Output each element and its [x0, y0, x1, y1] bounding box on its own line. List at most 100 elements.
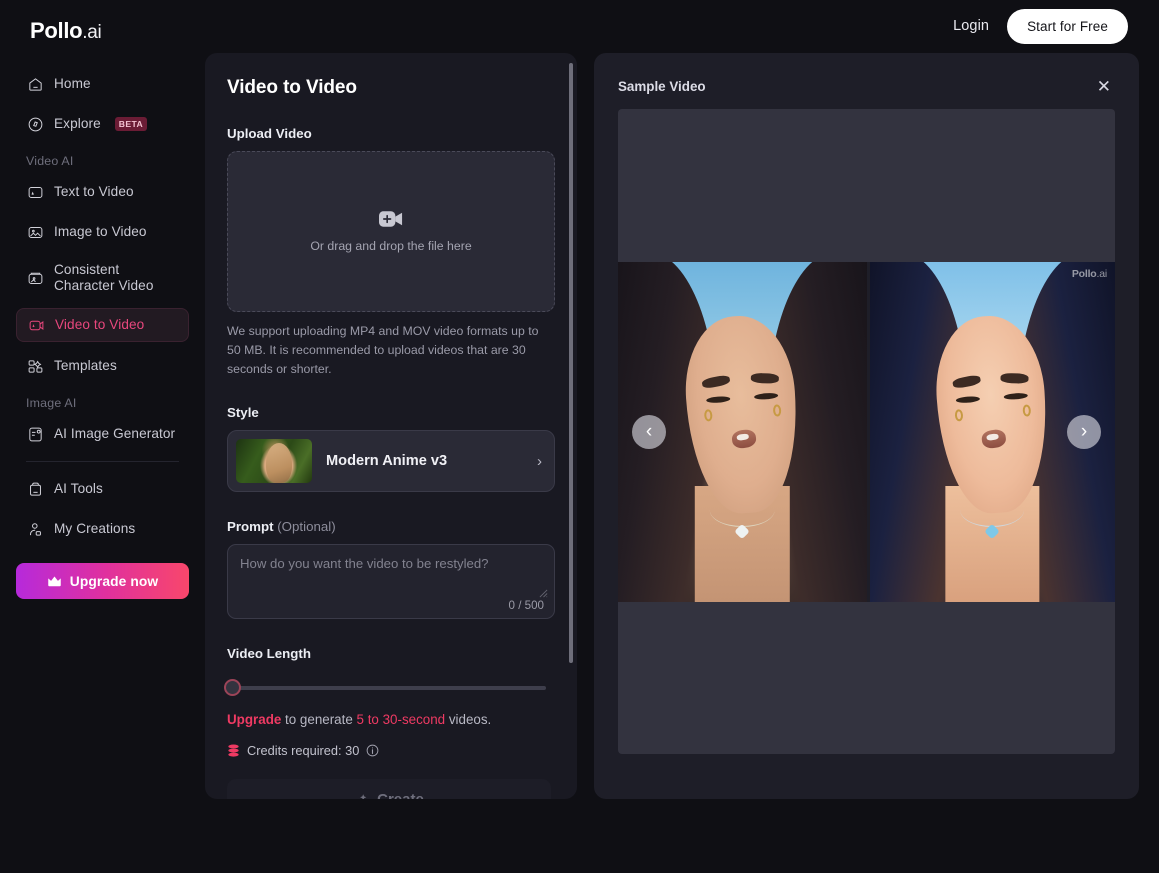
- home-icon: [26, 75, 44, 93]
- upload-video-label: Upload Video: [227, 126, 312, 141]
- video-length-label: Video Length: [227, 646, 311, 662]
- sidebar-item-ai-tools[interactable]: AI Tools: [16, 473, 189, 505]
- video-to-video-form-panel: Video to Video Upload Video Or drag and …: [205, 53, 577, 799]
- sidebar-item-label: Home: [54, 75, 91, 91]
- sidebar-item-label: Text to Video: [54, 183, 134, 199]
- sidebar-item-consistent-character-video[interactable]: Consistent Character Video: [16, 256, 189, 300]
- info-icon[interactable]: [366, 744, 379, 757]
- sidebar-item-image-to-video[interactable]: Image to Video: [16, 216, 189, 248]
- earring-left: [704, 408, 714, 422]
- upgrade-now-button[interactable]: Upgrade now: [16, 563, 189, 599]
- prompt-label-text: Prompt: [227, 519, 274, 535]
- watermark-suffix: .ai: [1096, 267, 1108, 280]
- sidebar-section-video-ai: Video AI: [26, 154, 74, 168]
- sidebar-item-label: AI Tools: [54, 480, 103, 496]
- sidebar-item-home[interactable]: Home: [16, 68, 189, 100]
- upload-support-note: We support uploading MP4 and MOV video f…: [227, 324, 539, 376]
- templates-icon: [26, 357, 44, 375]
- brand-name: Pollo: [30, 18, 83, 43]
- sidebar-item-label: Video to Video: [55, 316, 145, 332]
- upgrade-note-end: videos.: [445, 712, 492, 728]
- eye-right: [753, 392, 779, 400]
- crown-icon: [48, 576, 61, 586]
- my-creations-icon: [26, 520, 44, 538]
- consistent-character-icon: [26, 269, 44, 287]
- sidebar-item-explore[interactable]: Explore BETA: [16, 108, 189, 140]
- upgrade-now-label: Upgrade now: [69, 573, 159, 589]
- login-link[interactable]: Login: [953, 18, 989, 34]
- video-plus-icon: [378, 211, 402, 227]
- sample-video-header: Sample Video ✕: [618, 69, 1115, 103]
- style-value: Modern Anime v3: [326, 453, 448, 470]
- sidebar-item-video-to-video[interactable]: Video to Video: [16, 308, 189, 342]
- beta-badge: BETA: [114, 117, 148, 131]
- close-icon[interactable]: ✕: [1093, 76, 1115, 97]
- earring-left: [955, 408, 964, 422]
- style-selector[interactable]: Modern Anime v3 ›: [227, 430, 555, 493]
- chevron-left-icon: ‹: [645, 421, 653, 442]
- ai-tools-icon: [26, 480, 44, 498]
- prompt-char-counter: 0 / 500: [508, 599, 544, 613]
- video-to-video-icon: [27, 316, 45, 334]
- sidebar-item-my-creations[interactable]: My Creations: [16, 513, 189, 545]
- credits-required-text: Credits required: 30: [247, 743, 360, 759]
- sample-video-title: Sample Video: [618, 78, 706, 94]
- brand-suffix: .ai: [82, 22, 102, 43]
- sidebar-nav: Home Explore BETA Video AI Text to Video: [16, 68, 189, 599]
- lips: [980, 428, 1007, 450]
- necklace: [709, 493, 775, 527]
- image-to-video-icon: [26, 223, 44, 241]
- sidebar-item-label: My Creations: [54, 520, 136, 536]
- chevron-right-icon: ›: [537, 452, 542, 470]
- sidebar-item-label: Explore: [54, 115, 101, 131]
- watermark-name: Pollo: [1071, 267, 1097, 280]
- brand-logo[interactable]: Pollo.ai: [30, 18, 189, 44]
- upgrade-note-mid: to generate: [281, 712, 357, 728]
- prompt-input[interactable]: How do you want the video to be restyled…: [240, 556, 542, 571]
- prev-sample-button[interactable]: ‹: [632, 414, 666, 449]
- create-button[interactable]: Create: [227, 779, 551, 799]
- style-thumbnail: [236, 439, 312, 484]
- necklace: [960, 493, 1025, 527]
- chevron-right-icon: ›: [1080, 421, 1088, 442]
- resize-grip-icon[interactable]: [539, 589, 548, 598]
- start-for-free-button[interactable]: Start for Free: [1007, 8, 1128, 44]
- before-after-frames: Pollo.ai: [618, 261, 1115, 602]
- upgrade-note: Upgrade to generate 5 to 30-second video…: [227, 712, 555, 727]
- form-content: Video to Video Upload Video Or drag and …: [205, 53, 577, 799]
- brow-left: [952, 374, 982, 390]
- sidebar-item-templates[interactable]: Templates: [16, 350, 189, 382]
- prompt-optional-text: (Optional): [277, 519, 336, 535]
- earring-right: [1022, 403, 1032, 417]
- credits-row: Credits required: 30: [227, 743, 555, 758]
- prompt-textarea-wrapper[interactable]: How do you want the video to be restyled…: [227, 544, 555, 620]
- next-sample-button[interactable]: ›: [1067, 414, 1101, 449]
- sidebar-item-text-to-video[interactable]: Text to Video: [16, 176, 189, 208]
- sidebar-item-label: AI Image Generator: [54, 425, 176, 441]
- brow-right: [1000, 372, 1029, 384]
- eye-left: [956, 395, 981, 404]
- lips: [730, 428, 758, 450]
- brow-left: [702, 374, 732, 390]
- sidebar-item-ai-image-generator[interactable]: AI Image Generator: [16, 418, 189, 450]
- sparkle-icon: [360, 794, 367, 799]
- sample-video-stage: Pollo.ai ‹ ›: [618, 109, 1115, 754]
- form-panel-scrollbar[interactable]: [569, 63, 573, 663]
- slider-track[interactable]: [224, 679, 546, 697]
- sidebar-divider: [26, 461, 179, 462]
- style-label: Style: [227, 405, 259, 421]
- prompt-label: Prompt (Optional): [227, 519, 555, 534]
- eye-left: [705, 395, 731, 404]
- slider-thumb[interactable]: [224, 679, 241, 697]
- sidebar-item-label: Image to Video: [54, 223, 147, 239]
- sidebar-item-label: Templates: [54, 357, 117, 373]
- text-to-video-icon: [26, 183, 44, 201]
- video-length-slider[interactable]: [224, 679, 555, 697]
- sidebar: Pollo.ai Home Explore BETA Video AI Text…: [0, 0, 205, 873]
- upload-dropzone[interactable]: Or drag and drop the file here: [227, 151, 555, 312]
- upgrade-note-link[interactable]: Upgrade: [227, 712, 281, 727]
- sample-video-panel: Sample Video ✕ Pollo.ai ‹ ›: [594, 53, 1139, 799]
- eye-right: [1003, 392, 1028, 400]
- ai-image-generator-icon: [26, 425, 44, 443]
- earring-right: [772, 403, 782, 417]
